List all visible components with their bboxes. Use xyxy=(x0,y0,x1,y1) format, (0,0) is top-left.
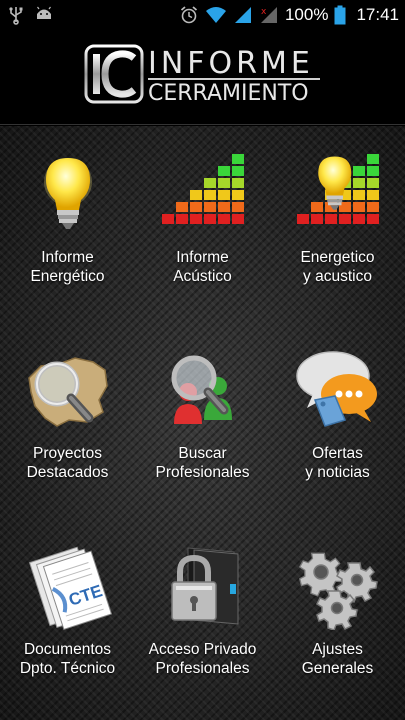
ic-logo-mark xyxy=(84,44,144,104)
signal-icon xyxy=(234,7,251,23)
signal-roaming-icon: x xyxy=(260,7,277,23)
tile-ofertas-noticias[interactable]: Ofertas y noticias xyxy=(270,322,405,492)
padlock-folder-icon xyxy=(170,547,238,625)
app-header: INFORME CERRAMIENTO xyxy=(0,30,405,125)
tile-label: Informe Energético xyxy=(30,249,105,285)
tile-informe-energetico[interactable]: Informe Energético xyxy=(0,126,135,296)
tile-label: Informe Acústico xyxy=(173,249,232,285)
cte-documents-icon: CTE xyxy=(28,546,112,630)
tile-label: Proyectos Destacados xyxy=(26,445,109,481)
speech-bubbles-icon xyxy=(295,351,377,427)
tile-label: Energetico y acustico xyxy=(300,249,375,285)
tile-documentos-tecnico[interactable]: CTE Documentos Dpto. Técnico xyxy=(0,518,135,688)
tile-acceso-privado[interactable]: Acceso Privado Profesionales xyxy=(135,518,270,688)
logo-word-informe: INFORME xyxy=(148,46,314,81)
tile-ajustes-generales[interactable]: Ajustes Generales xyxy=(270,518,405,688)
clock: 17:41 xyxy=(356,5,399,24)
tile-energetico-acustico[interactable]: Energetico y acustico xyxy=(270,126,405,296)
battery-icon xyxy=(334,5,346,25)
lightbulb-meter-icon xyxy=(296,154,379,224)
lightbulb-icon xyxy=(43,158,92,229)
tile-label: Acceso Privado Profesionales xyxy=(148,641,257,677)
tile-buscar-profesionales[interactable]: Buscar Profesionales xyxy=(135,322,270,492)
status-bar: x 100% 17:41 xyxy=(0,0,405,30)
people-search-icon xyxy=(171,355,232,424)
tile-label: Ajustes Generales xyxy=(301,641,374,677)
status-left xyxy=(6,5,54,25)
app-logo: INFORME CERRAMIENTO xyxy=(84,44,324,110)
tile-informe-acustico[interactable]: Informe Acústico xyxy=(135,126,270,296)
tile-label: Ofertas y noticias xyxy=(305,445,370,481)
main-menu: Informe Energético Informe Acústico Ener… xyxy=(0,126,405,720)
tile-label: Documentos Dpto. Técnico xyxy=(19,641,116,677)
android-icon xyxy=(37,6,51,19)
magnifier-map-icon xyxy=(27,357,108,427)
sound-meter-icon xyxy=(161,154,244,224)
usb-icon xyxy=(9,7,23,25)
wifi-icon xyxy=(205,7,226,23)
battery-percent: 100% xyxy=(284,5,329,24)
logo-divider xyxy=(148,78,320,80)
tile-label: Buscar Profesionales xyxy=(155,445,250,481)
svg-text:x: x xyxy=(261,7,267,17)
gears-icon xyxy=(298,552,378,630)
tile-proyectos-destacados[interactable]: Proyectos Destacados xyxy=(0,322,135,492)
alarm-icon xyxy=(180,6,198,24)
logo-word-cerramiento: CERRAMIENTO xyxy=(148,81,309,106)
status-right: x 100% 17:41 xyxy=(179,5,399,25)
